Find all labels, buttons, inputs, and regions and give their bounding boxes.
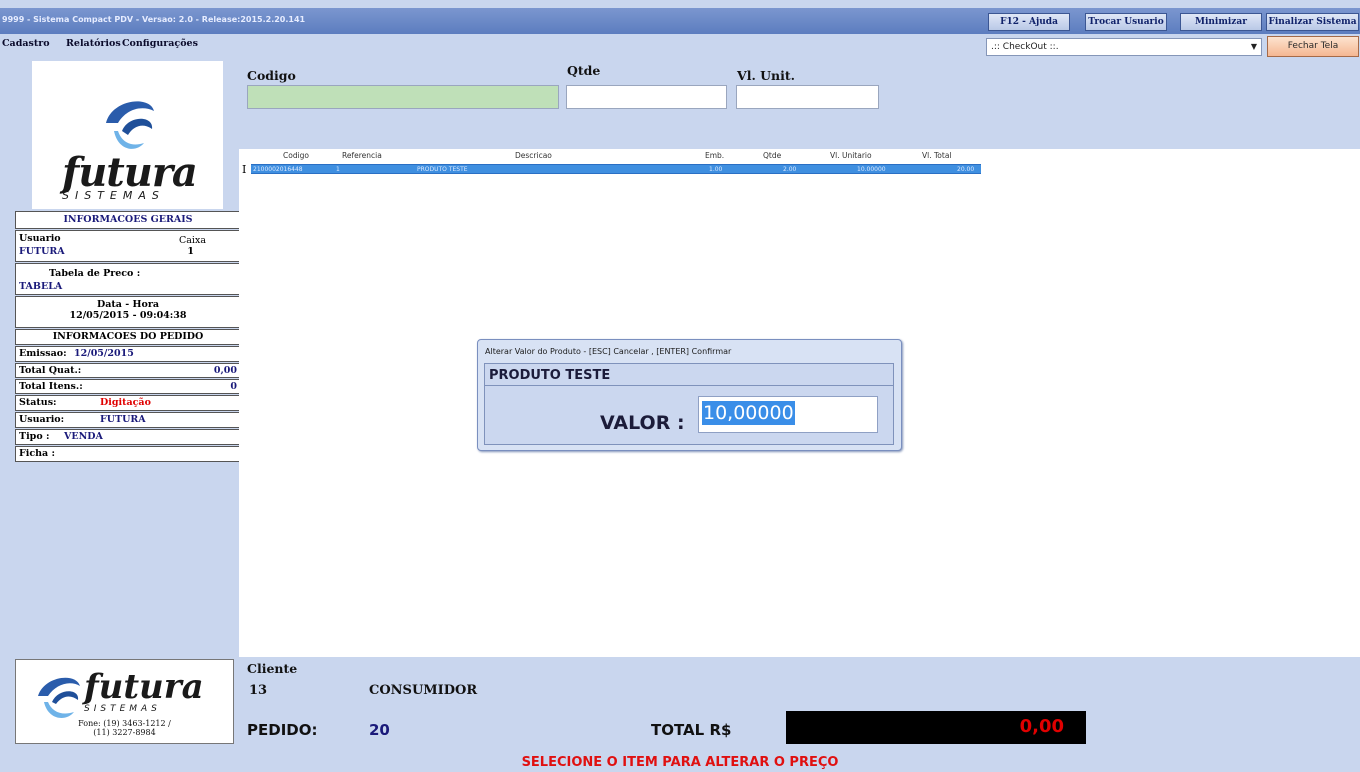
cell-descricao: PRODUTO TESTE: [417, 166, 468, 173]
cell-referencia: 1: [336, 166, 340, 173]
info-user-box: Usuario FUTURA Caixa 1: [15, 230, 241, 262]
info-order-header: INFORMACOES DO PEDIDO: [15, 329, 241, 345]
menu-relatorios[interactable]: Relatórios: [66, 38, 121, 49]
info-tipo-row: Tipo : VENDA: [15, 429, 241, 445]
checkout-select[interactable]: .:: CheckOut ::. ▼: [986, 38, 1262, 56]
col-vl-total[interactable]: Vl. Total: [922, 151, 952, 164]
user-label: Usuario: [19, 233, 61, 244]
phone-line-1: Fone: (19) 3463-1212 /: [78, 719, 171, 728]
datetime-label: Data - Hora: [97, 299, 159, 310]
info-datetime-box: Data - Hora 12/05/2015 - 09:04:38: [15, 296, 241, 328]
info-emissao-row: Emissao: 12/05/2015: [15, 346, 241, 362]
pedido-value: 20: [369, 721, 390, 739]
bottom-logo-sub: SISTEMAS: [84, 704, 161, 714]
dialog-product-name: PRODUTO TESTE: [489, 368, 611, 383]
table-row[interactable]: 2100002016448 1 PRODUTO TESTE 1.00 2.00 …: [251, 164, 981, 174]
caixa-value: 1: [187, 246, 194, 257]
codigo-input[interactable]: [247, 85, 559, 109]
cell-vl-unitario: 10.00000: [857, 166, 886, 173]
dropdown-arrow-icon: ▼: [1250, 42, 1257, 51]
cliente-label: Cliente: [247, 661, 298, 676]
datetime-value: 12/05/2015 - 09:04:38: [69, 310, 187, 321]
left-panel: futura SISTEMAS INFORMACOES GERAIS Usuar…: [8, 57, 241, 753]
status-value: Digitação: [100, 397, 151, 408]
emissao-label: Emissao:: [19, 348, 67, 359]
vlunit-label: Vl. Unit.: [737, 68, 796, 83]
status-message: SELECIONE O ITEM PARA ALTERAR O PREÇO: [0, 753, 1360, 772]
minimize-button[interactable]: Minimizar: [1180, 13, 1262, 31]
qtde-label: Qtde: [567, 63, 601, 78]
phone-text: Fone: (19) 3463-1212 / (11) 3227-8984: [16, 719, 233, 737]
cliente-name: CONSUMIDOR: [369, 683, 478, 698]
help-button[interactable]: F12 - Ajuda: [988, 13, 1070, 31]
total-itens-value: 0: [230, 381, 237, 392]
cell-qtde: 2.00: [783, 166, 797, 173]
price-table-label: Tabela de Preco :: [49, 268, 141, 279]
cell-codigo: 2100002016448: [253, 166, 303, 173]
bottom-logo: futura SISTEMAS Fone: (19) 3463-1212 / (…: [15, 659, 234, 744]
status-label: Status:: [19, 397, 57, 408]
phone-line-2: (11) 3227-8984: [93, 728, 156, 737]
info-total-quat-row: Total Quat.: 0,00: [15, 363, 241, 378]
checkout-value: .:: CheckOut ::.: [991, 42, 1059, 52]
dialog-body: PRODUTO TESTE VALOR : 10,00000: [484, 363, 894, 445]
info-general-header: INFORMACOES GERAIS: [15, 211, 241, 229]
cliente-code: 13: [249, 683, 268, 698]
caixa-label: Caixa: [179, 235, 206, 246]
vlunit-input[interactable]: [736, 85, 879, 109]
info-status-row: Status: Digitação: [15, 395, 241, 411]
tipo-label: Tipo :: [19, 431, 50, 442]
info-ficha-row: Ficha :: [15, 446, 241, 462]
col-codigo[interactable]: Codigo: [283, 151, 310, 164]
col-qtde[interactable]: Qtde: [763, 151, 782, 164]
usuario2-label: Usuario:: [19, 414, 65, 425]
tipo-value: VENDA: [64, 431, 103, 442]
valor-label: VALOR :: [600, 412, 685, 434]
logo-word: futura: [62, 149, 198, 196]
valor-input-value: 10,00000: [702, 401, 795, 425]
logo: futura SISTEMAS: [32, 61, 223, 209]
codigo-label: Codigo: [247, 68, 296, 83]
row-cursor-icon: I: [242, 163, 247, 176]
price-table-value: TABELA: [19, 281, 63, 292]
close-screen-button[interactable]: Fechar Tela: [1267, 36, 1359, 57]
total-label: TOTAL R$: [651, 721, 732, 739]
qtde-input[interactable]: [566, 85, 727, 109]
change-price-dialog: Alterar Valor do Produto - [ESC] Cancela…: [477, 339, 902, 451]
entry-panel: Codigo Qtde Vl. Unit.: [239, 57, 1360, 149]
pedido-label: PEDIDO:: [247, 721, 318, 739]
total-quat-label: Total Quat.:: [19, 365, 82, 376]
total-display: 0,00: [786, 711, 1086, 744]
valor-input[interactable]: 10,00000: [698, 396, 878, 433]
menu-cadastro[interactable]: Cadastro: [2, 38, 50, 49]
cell-vl-total: 20.00: [957, 166, 975, 173]
col-descricao[interactable]: Descricao: [515, 151, 552, 164]
dialog-divider: [485, 385, 893, 386]
emissao-value: 12/05/2015: [74, 348, 134, 359]
switch-user-button[interactable]: Trocar Usuario: [1085, 13, 1167, 31]
logo-sub: SISTEMAS: [62, 189, 165, 202]
menu-configuracoes[interactable]: Configurações: [122, 38, 198, 49]
user-value: FUTURA: [19, 246, 65, 257]
info-total-itens-row: Total Itens.: 0: [15, 379, 241, 394]
title-bar: 9999 - Sistema Compact PDV - Versao: 2.0…: [0, 8, 1360, 34]
total-quat-value: 0,00: [213, 365, 237, 376]
exit-system-button[interactable]: Finalizar Sistema: [1266, 13, 1359, 31]
total-itens-label: Total Itens.:: [19, 381, 83, 392]
col-vl-unitario[interactable]: Vl. Unitario: [830, 151, 872, 164]
info-usuario-row: Usuario: FUTURA: [15, 412, 241, 428]
total-value: 0,00: [1019, 716, 1064, 737]
usuario2-value: FUTURA: [100, 414, 146, 425]
ficha-label: Ficha :: [19, 448, 56, 459]
dialog-title: Alterar Valor do Produto - [ESC] Cancela…: [485, 347, 732, 356]
cell-emb: 1.00: [709, 166, 723, 173]
col-referencia[interactable]: Referencia: [342, 151, 382, 164]
bottom-logo-word: futura: [84, 667, 204, 707]
info-price-table-box: Tabela de Preco : TABELA: [15, 263, 241, 295]
window-title: 9999 - Sistema Compact PDV - Versao: 2.0…: [2, 15, 306, 24]
col-emb[interactable]: Emb.: [705, 151, 725, 164]
